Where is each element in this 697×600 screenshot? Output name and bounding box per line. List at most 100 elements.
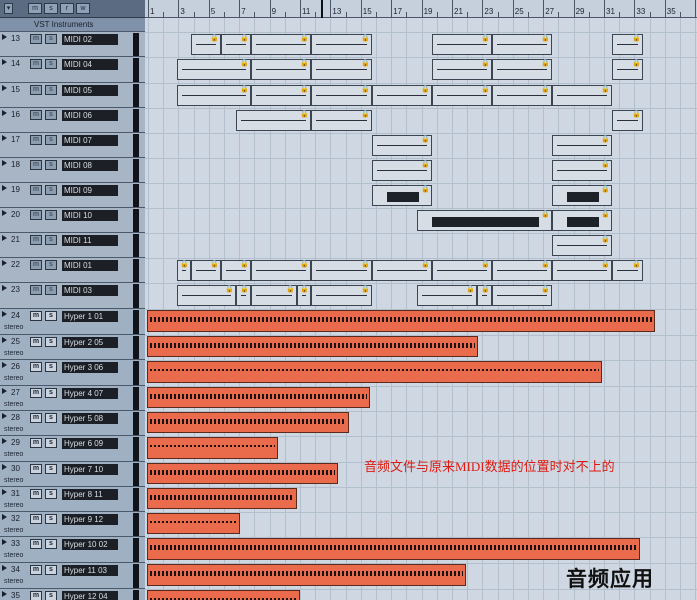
mute-button[interactable]: m: [30, 59, 42, 69]
midi-part[interactable]: 🔒: [311, 59, 372, 80]
midi-part[interactable]: 🔒: [251, 260, 311, 281]
track-name-field[interactable]: Hyper 12 04: [62, 591, 118, 600]
mute-button[interactable]: m: [30, 85, 42, 95]
track-row[interactable]: 20 m s MIDI 10: [0, 208, 145, 233]
audio-event[interactable]: [147, 564, 466, 586]
track-expand-icon[interactable]: [2, 413, 7, 419]
track-row[interactable]: 17 m s MIDI 07: [0, 133, 145, 158]
mute-button[interactable]: m: [30, 464, 42, 474]
mute-button[interactable]: m: [30, 514, 42, 524]
solo-all-button[interactable]: s: [44, 3, 58, 14]
audio-event[interactable]: [147, 538, 640, 560]
track-expand-icon[interactable]: [2, 388, 7, 394]
track-row[interactable]: 18 m s MIDI 08: [0, 158, 145, 183]
mute-button[interactable]: m: [30, 438, 42, 448]
track-expand-icon[interactable]: [2, 85, 7, 91]
solo-button[interactable]: s: [45, 362, 57, 372]
track-expand-icon[interactable]: [2, 34, 7, 40]
midi-part[interactable]: 🔒: [612, 260, 643, 281]
track-expand-icon[interactable]: [2, 185, 7, 191]
audio-event[interactable]: [147, 463, 338, 484]
track-row[interactable]: 26 m s Hyper 3 06 stereo: [0, 360, 145, 386]
midi-part[interactable]: 🔒: [236, 285, 251, 306]
track-name-field[interactable]: Hyper 1 01: [62, 311, 118, 322]
midi-part[interactable]: 🔒: [552, 210, 612, 231]
track-row[interactable]: 30 m s Hyper 7 10 stereo: [0, 462, 145, 487]
midi-part[interactable]: 🔒: [432, 59, 492, 80]
midi-part[interactable]: 🔒: [612, 59, 643, 80]
track-row[interactable]: 31 m s Hyper 8 11 stereo: [0, 487, 145, 512]
solo-button[interactable]: s: [45, 489, 57, 499]
mute-button[interactable]: m: [30, 362, 42, 372]
midi-part[interactable]: 🔒: [251, 85, 311, 106]
audio-event[interactable]: [147, 336, 478, 357]
audio-event[interactable]: [147, 387, 370, 408]
track-name-field[interactable]: MIDI 10: [62, 210, 118, 221]
track-row[interactable]: 23 m s MIDI 03: [0, 283, 145, 309]
track-name-field[interactable]: MIDI 09: [62, 185, 118, 196]
solo-button[interactable]: s: [45, 565, 57, 575]
mute-button[interactable]: m: [30, 110, 42, 120]
midi-part[interactable]: 🔒: [552, 185, 612, 206]
midi-part[interactable]: 🔒: [492, 85, 552, 106]
midi-part[interactable]: 🔒: [492, 59, 552, 80]
mute-button[interactable]: m: [30, 489, 42, 499]
mute-button[interactable]: m: [30, 311, 42, 321]
track-name-field[interactable]: MIDI 06: [62, 110, 118, 121]
midi-part[interactable]: 🔒: [552, 260, 612, 281]
midi-part[interactable]: 🔒: [311, 85, 372, 106]
mute-all-button[interactable]: m: [28, 3, 42, 14]
midi-part[interactable]: 🔒: [251, 59, 311, 80]
track-name-field[interactable]: MIDI 11: [62, 235, 118, 246]
track-name-field[interactable]: MIDI 07: [62, 135, 118, 146]
midi-part[interactable]: 🔒: [492, 285, 552, 306]
track-row[interactable]: 25 m s Hyper 2 05 stereo: [0, 335, 145, 360]
track-name-field[interactable]: Hyper 7 10: [62, 464, 118, 475]
midi-part[interactable]: 🔒: [552, 160, 612, 181]
solo-button[interactable]: s: [45, 539, 57, 549]
midi-part[interactable]: 🔒: [191, 34, 221, 55]
midi-part[interactable]: 🔒: [417, 210, 552, 231]
track-name-field[interactable]: Hyper 2 05: [62, 337, 118, 348]
midi-part[interactable]: 🔒: [236, 110, 311, 131]
track-expand-icon[interactable]: [2, 438, 7, 444]
midi-part[interactable]: 🔒: [372, 160, 432, 181]
mute-button[interactable]: m: [30, 34, 42, 44]
audio-event[interactable]: [147, 412, 349, 433]
mute-button[interactable]: m: [30, 388, 42, 398]
mute-button[interactable]: m: [30, 260, 42, 270]
midi-part[interactable]: 🔒: [311, 285, 372, 306]
track-expand-icon[interactable]: [2, 337, 7, 343]
playhead-marker[interactable]: [321, 0, 323, 18]
track-name-field[interactable]: MIDI 02: [62, 34, 118, 45]
midi-part[interactable]: 🔒: [552, 135, 612, 156]
audio-event[interactable]: [147, 590, 300, 600]
midi-part[interactable]: 🔒: [251, 285, 297, 306]
midi-part[interactable]: 🔒: [251, 34, 311, 55]
expand-arrow-icon[interactable]: ▾: [4, 3, 13, 14]
track-expand-icon[interactable]: [2, 464, 7, 470]
track-name-field[interactable]: Hyper 11 03: [62, 565, 118, 576]
solo-button[interactable]: s: [45, 235, 57, 245]
midi-part[interactable]: 🔒: [552, 85, 612, 106]
solo-button[interactable]: s: [45, 34, 57, 44]
track-name-field[interactable]: MIDI 03: [62, 285, 118, 296]
mute-button[interactable]: m: [30, 185, 42, 195]
audio-event[interactable]: [147, 437, 278, 459]
solo-button[interactable]: s: [45, 337, 57, 347]
write-all-button[interactable]: w: [76, 3, 90, 14]
mute-button[interactable]: m: [30, 160, 42, 170]
track-expand-icon[interactable]: [2, 235, 7, 241]
mute-button[interactable]: m: [30, 285, 42, 295]
mute-button[interactable]: m: [30, 135, 42, 145]
track-row[interactable]: 14 m s MIDI 04: [0, 57, 145, 83]
track-name-field[interactable]: Hyper 4 07: [62, 388, 118, 399]
solo-button[interactable]: s: [45, 413, 57, 423]
midi-part[interactable]: 🔒: [432, 260, 492, 281]
track-row[interactable]: 13 m s MIDI 02: [0, 32, 145, 57]
track-expand-icon[interactable]: [2, 160, 7, 166]
solo-button[interactable]: s: [45, 591, 57, 600]
solo-button[interactable]: s: [45, 438, 57, 448]
solo-button[interactable]: s: [45, 160, 57, 170]
track-row[interactable]: 28 m s Hyper 5 08 stereo: [0, 411, 145, 436]
